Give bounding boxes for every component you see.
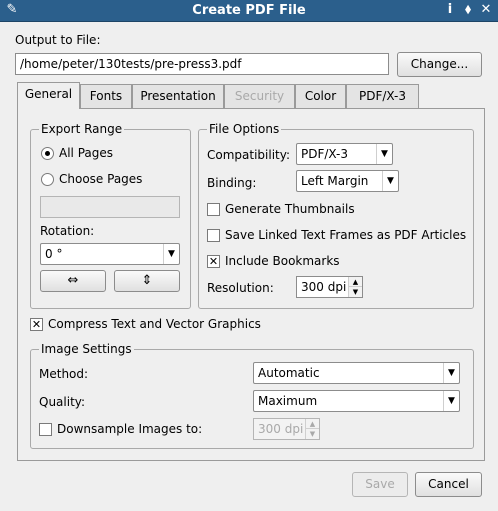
spin-down-icon[interactable]: ▼ xyxy=(348,287,362,297)
save-linked-text-checkbox[interactable] xyxy=(207,229,220,242)
save-button: Save xyxy=(352,472,408,497)
output-path-field[interactable]: /home/peter/130tests/pre-press3.pdf xyxy=(15,53,389,75)
tab-presentation[interactable]: Presentation xyxy=(132,84,224,108)
tab-security: Security xyxy=(224,84,295,108)
include-bookmarks-label: Include Bookmarks xyxy=(225,254,340,268)
chevron-down-icon: ▼ xyxy=(443,391,459,411)
spin-up-icon[interactable]: ▲ xyxy=(348,277,362,287)
tab-color[interactable]: Color xyxy=(295,84,346,108)
resolution-spinbox[interactable]: 300 dpi ▲ ▼ xyxy=(296,276,363,298)
tab-general[interactable]: General xyxy=(17,82,80,109)
tab-fonts[interactable]: Fonts xyxy=(80,84,132,108)
compress-checkbox[interactable]: ✕ xyxy=(30,318,43,331)
quality-label: Quality: xyxy=(39,395,86,409)
downsample-spinbox: 300 dpi ▲ ▼ xyxy=(253,418,320,440)
quality-select[interactable]: Maximum ▼ xyxy=(253,390,460,412)
method-value: Automatic xyxy=(258,366,320,380)
chevron-down-icon: ▼ xyxy=(376,144,392,164)
choose-pages-radio[interactable] xyxy=(41,173,54,186)
compatibility-value: PDF/X-3 xyxy=(301,147,349,161)
close-icon[interactable]: ✕ xyxy=(478,2,494,18)
export-range-title: Export Range xyxy=(39,122,125,136)
change-button[interactable]: Change... xyxy=(397,52,482,77)
downsample-value: 300 dpi xyxy=(258,422,304,436)
downsample-checkbox[interactable] xyxy=(39,423,52,436)
binding-value: Left Margin xyxy=(301,174,369,188)
all-pages-label: All Pages xyxy=(59,146,113,160)
downsample-label: Downsample Images to: xyxy=(57,422,203,436)
pages-input[interactable] xyxy=(40,196,180,218)
binding-select[interactable]: Left Margin ▼ xyxy=(296,170,399,192)
method-select[interactable]: Automatic ▼ xyxy=(253,362,460,384)
compress-label: Compress Text and Vector Graphics xyxy=(48,317,261,331)
method-label: Method: xyxy=(39,367,89,381)
window-title: Create PDF File xyxy=(192,3,306,18)
choose-pages-label: Choose Pages xyxy=(59,172,143,186)
cancel-button[interactable]: Cancel xyxy=(415,472,482,497)
flip-vertical-icon: ⇕ xyxy=(141,273,153,288)
image-settings-title: Image Settings xyxy=(39,342,134,356)
spin-down-icon: ▼ xyxy=(305,429,319,439)
rotation-label: Rotation: xyxy=(40,224,95,238)
generate-thumbnails-checkbox[interactable] xyxy=(207,203,220,216)
compatibility-label: Compatibility: xyxy=(207,148,291,162)
rotation-select[interactable]: 0 ° ▼ xyxy=(40,243,180,265)
flip-horizontal-button[interactable]: ⇔ xyxy=(40,270,106,292)
quality-value: Maximum xyxy=(258,394,318,408)
flip-vertical-button[interactable]: ⇕ xyxy=(114,270,180,292)
chevron-down-icon: ▼ xyxy=(163,244,179,264)
generate-thumbnails-label: Generate Thumbnails xyxy=(225,202,355,216)
title-bar: ✎ Create PDF File i ⬧ ✕ xyxy=(0,0,498,22)
include-bookmarks-checkbox[interactable]: ✕ xyxy=(207,255,220,268)
export-range-group: Export Range All Pages Choose Pages Rota… xyxy=(30,122,191,309)
binding-label: Binding: xyxy=(207,176,257,190)
chevron-down-icon: ▼ xyxy=(382,171,398,191)
general-tab-panel: Export Range All Pages Choose Pages Rota… xyxy=(17,108,485,461)
shade-icon[interactable]: ⬧ xyxy=(460,2,476,18)
resolution-value: 300 dpi xyxy=(301,280,347,294)
tab-pdfx3[interactable]: PDF/X-3 xyxy=(346,84,419,108)
spin-up-icon: ▲ xyxy=(305,419,319,429)
flip-horizontal-icon: ⇔ xyxy=(67,273,79,288)
compatibility-select[interactable]: PDF/X-3 ▼ xyxy=(296,143,393,165)
save-linked-text-label: Save Linked Text Frames as PDF Articles xyxy=(225,228,467,242)
file-options-group: File Options Compatibility: PDF/X-3 ▼ Bi… xyxy=(198,122,474,309)
chevron-down-icon: ▼ xyxy=(443,363,459,383)
output-label: Output to File: xyxy=(15,33,101,47)
resolution-label: Resolution: xyxy=(207,281,274,295)
all-pages-radio[interactable] xyxy=(41,147,54,160)
image-settings-group: Image Settings Method: Automatic ▼ Quali… xyxy=(30,342,474,449)
rotation-value: 0 ° xyxy=(45,247,63,261)
file-options-title: File Options xyxy=(207,122,282,136)
info-icon[interactable]: i xyxy=(442,2,458,18)
